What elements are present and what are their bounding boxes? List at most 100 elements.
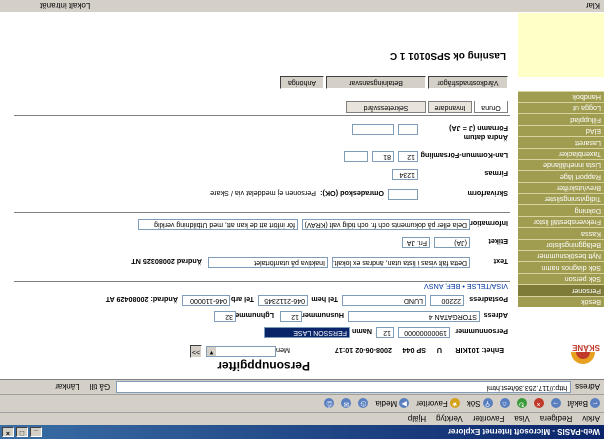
etikett-field[interactable]: (JA) bbox=[434, 237, 470, 248]
forsamling-field[interactable] bbox=[344, 151, 368, 162]
print-icon: ⎙ bbox=[324, 398, 335, 409]
firma-field[interactable]: 1234 bbox=[392, 169, 418, 180]
history-button[interactable]: ◷ bbox=[358, 398, 369, 409]
sidebar-item[interactable]: Handbok bbox=[518, 90, 604, 102]
sidebar-item[interactable]: Fillupplad bbox=[518, 113, 604, 125]
links-button[interactable]: Länkar bbox=[55, 383, 79, 392]
sidebar-item[interactable]: Kassa bbox=[518, 227, 604, 239]
favorites-button[interactable]: ★ Favoriter bbox=[416, 398, 460, 409]
address-bar: Adress http://117.253.36/test.html Gå ti… bbox=[0, 379, 604, 394]
namn-field[interactable]: FERSSON LASE bbox=[264, 327, 350, 338]
media-button[interactable]: ▶ Media bbox=[375, 398, 410, 409]
menu-arkiv[interactable]: Arkiv bbox=[582, 415, 600, 424]
ort-field[interactable]: LUND bbox=[342, 295, 426, 306]
tab-invandare[interactable]: Invandare bbox=[428, 101, 472, 113]
refresh-button[interactable]: ↻ bbox=[516, 398, 527, 409]
sidebar-item[interactable]: Rapport läge bbox=[518, 170, 604, 182]
window-titlebar: Web-PASIS - Microsoft Internet Explorer … bbox=[0, 425, 604, 439]
divider bbox=[14, 115, 510, 116]
information-field[interactable]: Dela eller på dokuments och fr. och tidi… bbox=[302, 219, 470, 230]
menu-redigera[interactable]: Redigera bbox=[540, 415, 572, 424]
media-icon: ▶ bbox=[399, 398, 410, 409]
status-bar: Klar Lokalt intranät bbox=[0, 0, 604, 13]
skrivare-field[interactable] bbox=[388, 189, 418, 200]
address-input[interactable]: http://117.253.36/test.html bbox=[116, 381, 572, 393]
sidebar-item[interactable]: Besök bbox=[518, 295, 604, 307]
visa-telse-link[interactable]: VISA/TELSE • BEF, ANSV bbox=[424, 282, 508, 291]
menu-hjalp[interactable]: Hjälp bbox=[408, 415, 426, 424]
subpage-title: Lasning ok SPS0101 1 C bbox=[389, 50, 506, 61]
betalningsansvar-button[interactable]: Betalningsansvar bbox=[326, 76, 426, 89]
refresh-icon: ↻ bbox=[516, 398, 527, 409]
sun-logo-icon bbox=[571, 352, 595, 364]
adress-label: Adress bbox=[483, 311, 508, 320]
sidebar-item[interactable]: Lasarett bbox=[518, 136, 604, 148]
information-field-2[interactable]: för infört att de kan att, med Utbildnin… bbox=[138, 219, 298, 230]
fornamn-field-2[interactable] bbox=[352, 124, 394, 135]
tel-arb-label: Tel arb bbox=[230, 295, 254, 304]
lagenhet-field[interactable]: 32 bbox=[214, 311, 236, 322]
personnummer-ext-field[interactable]: 12 bbox=[376, 327, 394, 338]
sidebar-item[interactable]: Tidigvisningslister bbox=[518, 193, 604, 205]
namn-label: Namn bbox=[352, 327, 372, 336]
anhoriga-button[interactable]: Anhöriga bbox=[280, 76, 324, 89]
sidebar-nav: Besök Personer Sök person Sök diagnos namn N… bbox=[518, 90, 604, 307]
sidebar-fill bbox=[518, 13, 604, 77]
logo-text: SKÅNE bbox=[571, 343, 600, 352]
sidebar-item[interactable]: Lista innehållande bbox=[518, 158, 604, 171]
sidebar-item[interactable]: Beläggningslistor bbox=[518, 238, 604, 251]
sidebar-item[interactable]: Logga ut bbox=[518, 101, 604, 114]
sidebar-item[interactable]: Sök person bbox=[518, 272, 604, 285]
postnr-field[interactable]: 22200 bbox=[430, 295, 464, 306]
vardkostnad-button[interactable]: Vårdkostnadsfrågor bbox=[428, 76, 508, 89]
meny-select[interactable]: ▼ bbox=[206, 346, 276, 357]
maximize-button[interactable]: □ bbox=[16, 427, 28, 437]
minimize-button[interactable]: _ bbox=[30, 427, 42, 437]
sidebar-item[interactable]: Nytt besöksnummer bbox=[518, 250, 604, 262]
stop-button[interactable]: × bbox=[533, 398, 544, 409]
text-field-2[interactable]: Inaktiva på utanförtalet bbox=[208, 257, 328, 268]
menu-verktyg[interactable]: Verktyg bbox=[436, 415, 463, 424]
etikett-field-2[interactable]: Fri. JA bbox=[402, 237, 430, 248]
omradeskod-label: Omradeskod (OK): bbox=[320, 189, 384, 198]
firma-label: Firmas bbox=[484, 169, 508, 178]
sidebar-item[interactable]: Frekvensbeställ listor bbox=[518, 215, 604, 228]
menu-favoriter[interactable]: Favoriter bbox=[473, 415, 505, 424]
print-button[interactable]: ⎙ bbox=[324, 398, 335, 409]
tel-arb-field[interactable]: 046-110000 bbox=[182, 295, 230, 306]
tab-oruna[interactable]: Oruna bbox=[474, 101, 508, 113]
window-title: Web-PASIS - Microsoft Internet Explorer bbox=[447, 427, 600, 437]
sidebar-item[interactable]: Taxenblacker bbox=[518, 147, 604, 159]
back-button[interactable]: ← Bakåt bbox=[568, 398, 600, 409]
sidebar-item[interactable]: Dokning bbox=[518, 204, 604, 216]
fornamn-field[interactable] bbox=[398, 124, 418, 135]
kommun-field[interactable]: 81 bbox=[372, 151, 394, 162]
chevron-down-icon: ▼ bbox=[207, 347, 216, 356]
text-label: Text bbox=[493, 257, 508, 266]
lan-field[interactable]: 12 bbox=[398, 151, 418, 162]
stop-icon: × bbox=[533, 398, 544, 409]
search-button[interactable]: ⚲ Sök bbox=[467, 398, 493, 409]
forward-arrow-icon: → bbox=[550, 398, 561, 409]
skane-logo: SKÅNE bbox=[518, 307, 604, 379]
forward-button[interactable]: → bbox=[550, 398, 561, 409]
sidebar-item[interactable]: Personer bbox=[518, 284, 604, 296]
husnummer-field[interactable]: 12 bbox=[280, 311, 302, 322]
sidebar-item[interactable]: ElAd bbox=[518, 124, 604, 137]
husnummer-label: Husnummer bbox=[302, 311, 344, 320]
sidebar-item[interactable]: Brev/utskrifter bbox=[518, 181, 604, 194]
go-button[interactable]: Gå till bbox=[90, 383, 110, 392]
lagenhet-label: Lghnummer bbox=[232, 311, 274, 320]
personnummer-field[interactable]: 19000000000 bbox=[398, 327, 450, 338]
tab-sekretessvard[interactable]: Sekretessvård bbox=[346, 101, 426, 113]
menu-visa[interactable]: Visa bbox=[514, 415, 529, 424]
close-button[interactable]: × bbox=[2, 427, 14, 437]
tel-hem-field[interactable]: 046-2112345 bbox=[258, 295, 308, 306]
skrivare-label: Skrivarform bbox=[467, 189, 508, 198]
meny-go-button[interactable]: >> bbox=[190, 345, 202, 358]
sidebar-item[interactable]: Sök diagnos namn bbox=[518, 261, 604, 273]
mail-button[interactable]: ✉ bbox=[341, 398, 352, 409]
text-field[interactable]: Detta fält visas i lista utan, ändras ex… bbox=[332, 257, 470, 268]
adress-field[interactable]: STORGATAN 4 bbox=[348, 311, 480, 322]
home-button[interactable]: ⌂ bbox=[499, 398, 510, 409]
